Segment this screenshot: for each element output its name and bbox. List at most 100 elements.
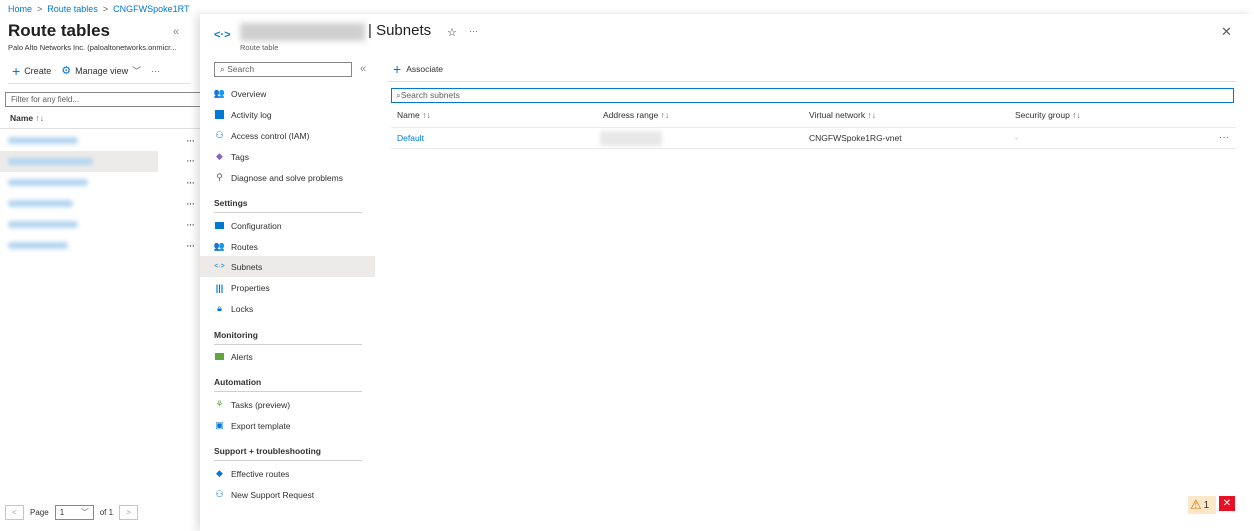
menu-label: Diagnose and solve problems	[231, 172, 343, 183]
search-placeholder: Search	[227, 64, 255, 74]
menu-label: Tags	[231, 151, 249, 162]
menu-item-properties[interactable]: ||| Properties	[200, 277, 375, 298]
menu-search-input[interactable]: ⌕ Search	[214, 62, 352, 77]
column-header-security-group[interactable]: Security group ↑↓	[1015, 110, 1081, 120]
associate-button[interactable]: + Associate	[393, 62, 444, 76]
menu-item-overview[interactable]: 👥 Overview	[200, 83, 375, 104]
menu-label: Overview	[231, 88, 267, 99]
header-label: Name	[397, 110, 420, 120]
redacted-address-range	[600, 131, 662, 146]
menu-item-tags[interactable]: ◆ Tags	[200, 146, 375, 167]
menu-item-locks[interactable]: 🔒︎ Locks	[200, 298, 375, 319]
menu-label: Properties	[231, 282, 270, 293]
menu-label: Activity log	[231, 109, 272, 120]
alerts-icon	[215, 353, 224, 360]
menu-label: Access control (IAM)	[231, 130, 310, 141]
menu-item-tasks[interactable]: ⚘ Tasks (preview)	[200, 394, 375, 415]
more-icon[interactable]: ···	[186, 177, 195, 189]
manage-view-button[interactable]: ⚙ Manage view ﹀	[61, 64, 141, 77]
collapse-left-icon[interactable]: «	[173, 26, 179, 38]
table-row[interactable]: ···	[0, 214, 200, 235]
divider	[214, 460, 362, 461]
menu-label: Locks	[231, 303, 254, 314]
redacted-name	[8, 179, 88, 186]
menu-item-routes[interactable]: 👥 Routes	[200, 236, 375, 257]
sort-icon: ↑↓	[660, 110, 670, 120]
warning-notification[interactable]: ⚠ 1	[1188, 496, 1216, 514]
filter-input[interactable]: Filter for any field...	[5, 92, 205, 107]
column-header-name[interactable]: Name ↑↓	[397, 110, 431, 120]
error-close-icon[interactable]: ✕	[1219, 496, 1235, 511]
subnet-name-link[interactable]: Default	[397, 133, 424, 143]
breadcrumb-current[interactable]: CNGFWSpoke1RT	[113, 4, 189, 14]
warning-count: 1	[1203, 499, 1210, 511]
menu-label: Alerts	[231, 351, 253, 362]
menu-label: New Support Request	[231, 489, 315, 500]
blade-subtitle: Route table	[240, 43, 279, 52]
menu-label: Effective routes	[231, 468, 290, 479]
more-icon[interactable]: ···	[186, 219, 195, 231]
redacted-name	[8, 200, 73, 207]
overview-icon: 👥	[213, 88, 226, 98]
menu-item-alerts[interactable]: Alerts	[200, 346, 375, 367]
plus-icon: +	[12, 62, 21, 79]
redacted-name	[8, 137, 78, 144]
name-header-label: Name	[10, 113, 34, 123]
more-button[interactable]: ···	[151, 66, 160, 76]
favorite-star-icon[interactable]: ☆	[447, 26, 457, 39]
breadcrumb-route-tables[interactable]: Route tables	[47, 4, 98, 14]
more-icon[interactable]: ···	[186, 155, 195, 167]
row-more-button[interactable]: ···	[1219, 132, 1229, 143]
header-label: Security group	[1015, 110, 1070, 120]
column-header-virtual-network[interactable]: Virtual network ↑↓	[809, 110, 876, 120]
divider	[391, 127, 1236, 128]
menu-item-new-support-request[interactable]: ⚇ New Support Request	[200, 484, 375, 505]
page-select[interactable]: 1 ﹀	[54, 505, 94, 520]
menu-item-effective-routes[interactable]: ◆ Effective routes	[200, 463, 375, 484]
more-icon[interactable]: ···	[186, 135, 195, 147]
table-row[interactable]: ···	[0, 193, 200, 214]
table-row[interactable]: ···	[0, 130, 200, 151]
menu-label: Subnets	[231, 261, 263, 272]
more-button[interactable]: ···	[469, 26, 478, 36]
sort-icon: ↑↓	[1072, 110, 1081, 120]
menu-item-iam[interactable]: ⚇ Access control (IAM)	[200, 125, 375, 146]
collapse-menu-icon[interactable]: «	[360, 63, 366, 75]
table-row[interactable]: ···	[0, 172, 200, 193]
menu-item-activity-log[interactable]: Activity log	[200, 104, 375, 125]
redacted-name	[8, 242, 68, 249]
associate-label: Associate	[406, 64, 444, 74]
subnet-search-input[interactable]: ⌕Search subnets	[391, 88, 1234, 103]
sort-icon: ↑↓	[422, 110, 431, 120]
properties-icon: |||	[215, 282, 224, 293]
pager: < Page 1 ﹀ of 1 >	[5, 505, 139, 520]
page-value: 1	[59, 508, 65, 517]
menu-item-export-template[interactable]: ▣ Export template	[200, 415, 375, 436]
prev-page-button[interactable]: <	[5, 505, 24, 520]
table-row[interactable]: ···	[0, 235, 200, 256]
menu-item-diagnose[interactable]: ⚲ Diagnose and solve problems	[200, 167, 375, 188]
create-button[interactable]: + Create	[12, 62, 52, 79]
sort-icon: ↑↓	[867, 110, 876, 120]
more-icon[interactable]: ···	[186, 240, 195, 252]
tag-icon: ◆	[216, 151, 223, 161]
menu-label: Export template	[231, 420, 291, 431]
next-page-button[interactable]: >	[119, 505, 139, 520]
menu-item-subnets[interactable]: <·> Subnets	[200, 256, 375, 277]
activity-log-icon	[215, 110, 224, 119]
close-icon[interactable]: ✕	[1221, 24, 1232, 40]
table-row[interactable]	[0, 151, 158, 172]
column-header-address-range[interactable]: Address range ↑↓	[603, 110, 669, 120]
divider	[0, 128, 200, 129]
breadcrumb: Home > Route tables > CNGFWSpoke1RT	[8, 4, 190, 14]
subnet-icon: <·>	[214, 29, 231, 41]
menu-item-configuration[interactable]: Configuration	[200, 215, 375, 236]
breadcrumb-home[interactable]: Home	[8, 4, 32, 14]
more-icon[interactable]: ···	[186, 198, 195, 210]
name-column-header[interactable]: Name ↑↓	[10, 113, 44, 123]
redacted-name	[8, 158, 93, 165]
redacted-resource-name	[240, 23, 365, 41]
warning-icon: ⚠	[1190, 497, 1202, 512]
create-label: Create	[24, 65, 52, 76]
divider	[8, 83, 190, 84]
